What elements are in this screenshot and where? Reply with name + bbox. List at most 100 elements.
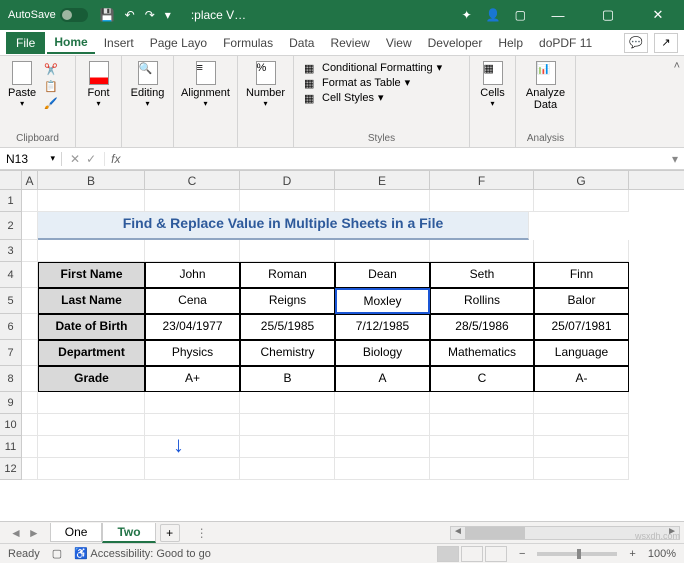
- minimize-button[interactable]: —: [540, 8, 576, 23]
- collapse-ribbon-icon[interactable]: ˄: [670, 56, 684, 147]
- table-cell[interactable]: Chemistry: [240, 340, 335, 366]
- table-cell[interactable]: Biology: [335, 340, 430, 366]
- row-header[interactable]: 12: [0, 458, 22, 480]
- table-cell[interactable]: A: [335, 366, 430, 392]
- label-first-name[interactable]: First Name: [38, 262, 145, 288]
- table-cell[interactable]: Physics: [145, 340, 240, 366]
- tab-page-layout[interactable]: Page Layo: [143, 33, 214, 53]
- restore-button[interactable]: ▢: [590, 7, 626, 23]
- label-grade[interactable]: Grade: [38, 366, 145, 392]
- table-cell[interactable]: Rollins: [430, 288, 534, 314]
- zoom-out-button[interactable]: −: [519, 548, 525, 560]
- sheet-tab-two[interactable]: Two: [102, 523, 155, 543]
- col-header-A[interactable]: A: [22, 171, 38, 189]
- sheet-tab-one[interactable]: One: [50, 523, 103, 542]
- copy-icon[interactable]: 📋: [44, 80, 58, 93]
- row-header[interactable]: 5: [0, 288, 22, 314]
- table-cell[interactable]: Seth: [430, 262, 534, 288]
- label-dob[interactable]: Date of Birth: [38, 314, 145, 340]
- col-header-D[interactable]: D: [240, 171, 335, 189]
- table-cell[interactable]: Cena: [145, 288, 240, 314]
- label-last-name[interactable]: Last Name: [38, 288, 145, 314]
- zoom-in-button[interactable]: +: [629, 548, 635, 560]
- table-cell[interactable]: 25/5/1985: [240, 314, 335, 340]
- view-normal-button[interactable]: [437, 546, 459, 562]
- enter-formula-icon[interactable]: ✓: [86, 152, 96, 166]
- autosave-toggle[interactable]: AutoSave: [8, 8, 88, 22]
- cancel-formula-icon[interactable]: ✕: [70, 152, 80, 166]
- format-as-table-button[interactable]: ▦Format as Table ▾: [304, 76, 459, 89]
- col-header-B[interactable]: B: [38, 171, 145, 189]
- zoom-slider[interactable]: [537, 552, 617, 556]
- table-cell[interactable]: Finn: [534, 262, 629, 288]
- row-header[interactable]: 3: [0, 240, 22, 262]
- selected-cell[interactable]: Moxley: [335, 288, 430, 314]
- fx-icon[interactable]: fx: [105, 152, 126, 166]
- view-page-layout-button[interactable]: [461, 546, 483, 562]
- table-cell[interactable]: Reigns: [240, 288, 335, 314]
- cell-styles-button[interactable]: ▦Cell Styles ▾: [304, 91, 459, 104]
- table-cell[interactable]: Mathematics: [430, 340, 534, 366]
- sheet-next-icon[interactable]: ►: [28, 526, 40, 540]
- worksheet-grid[interactable]: A B C D E F G 1 2Find & Replace Value in…: [0, 170, 684, 480]
- tab-developer[interactable]: Developer: [421, 33, 490, 53]
- analyze-data-button[interactable]: 📊 Analyze Data: [520, 59, 571, 113]
- conditional-formatting-button[interactable]: ▦Conditional Formatting ▾: [304, 61, 459, 74]
- table-cell[interactable]: Dean: [335, 262, 430, 288]
- paste-button[interactable]: Paste ▾: [4, 59, 40, 110]
- table-cell[interactable]: 25/07/1981: [534, 314, 629, 340]
- table-cell[interactable]: A-: [534, 366, 629, 392]
- view-page-break-button[interactable]: [485, 546, 507, 562]
- table-cell[interactable]: John: [145, 262, 240, 288]
- tab-insert[interactable]: Insert: [97, 33, 141, 53]
- col-header-G[interactable]: G: [534, 171, 629, 189]
- toggle-switch[interactable]: [60, 8, 88, 22]
- row-header[interactable]: 2: [0, 212, 22, 240]
- accessibility-status[interactable]: ♿ Accessibility: Good to go: [74, 547, 211, 560]
- row-header[interactable]: 8: [0, 366, 22, 392]
- number-button[interactable]: % Number ▾: [242, 59, 289, 110]
- tab-home[interactable]: Home: [47, 32, 94, 54]
- table-cell[interactable]: B: [240, 366, 335, 392]
- tab-view[interactable]: View: [379, 33, 419, 53]
- tab-dopdf[interactable]: doPDF 11: [532, 33, 599, 53]
- undo-icon[interactable]: ↶: [125, 8, 135, 22]
- table-cell[interactable]: 28/5/1986: [430, 314, 534, 340]
- table-cell[interactable]: 7/12/1985: [335, 314, 430, 340]
- col-header-F[interactable]: F: [430, 171, 534, 189]
- cut-icon[interactable]: ✂️: [44, 63, 58, 76]
- premium-icon[interactable]: ✦: [462, 8, 472, 22]
- row-header[interactable]: 6: [0, 314, 22, 340]
- row-header[interactable]: 10: [0, 414, 22, 436]
- tab-help[interactable]: Help: [491, 33, 530, 53]
- row-header[interactable]: 4: [0, 262, 22, 288]
- table-cell[interactable]: Language: [534, 340, 629, 366]
- table-cell[interactable]: Balor: [534, 288, 629, 314]
- scroll-thumb[interactable]: [465, 527, 525, 539]
- qat-dropdown-icon[interactable]: ▾: [165, 8, 171, 22]
- expand-formula-icon[interactable]: ▾: [666, 152, 684, 166]
- share-icon[interactable]: ↗: [654, 33, 678, 53]
- table-cell[interactable]: C: [430, 366, 534, 392]
- cells-button[interactable]: ▦ Cells ▾: [474, 59, 511, 110]
- editing-button[interactable]: 🔍 Editing ▾: [126, 59, 169, 110]
- comments-icon[interactable]: 💬: [624, 33, 648, 53]
- ribbon-display-icon[interactable]: ▢: [515, 8, 526, 22]
- zoom-level[interactable]: 100%: [648, 548, 676, 560]
- row-header[interactable]: 7: [0, 340, 22, 366]
- chevron-down-icon[interactable]: ▾: [50, 153, 55, 164]
- redo-icon[interactable]: ↷: [145, 8, 155, 22]
- font-button[interactable]: Font ▾: [80, 59, 117, 110]
- label-dept[interactable]: Department: [38, 340, 145, 366]
- table-cell[interactable]: Roman: [240, 262, 335, 288]
- tab-data[interactable]: Data: [282, 33, 321, 53]
- col-header-C[interactable]: C: [145, 171, 240, 189]
- name-box[interactable]: N13 ▾: [0, 152, 62, 166]
- col-header-E[interactable]: E: [335, 171, 430, 189]
- row-header[interactable]: 9: [0, 392, 22, 414]
- row-header[interactable]: 11: [0, 436, 22, 458]
- tab-file[interactable]: File: [6, 32, 45, 54]
- sheet-prev-icon[interactable]: ◄: [10, 526, 22, 540]
- table-cell[interactable]: A+: [145, 366, 240, 392]
- save-icon[interactable]: 💾: [100, 8, 115, 22]
